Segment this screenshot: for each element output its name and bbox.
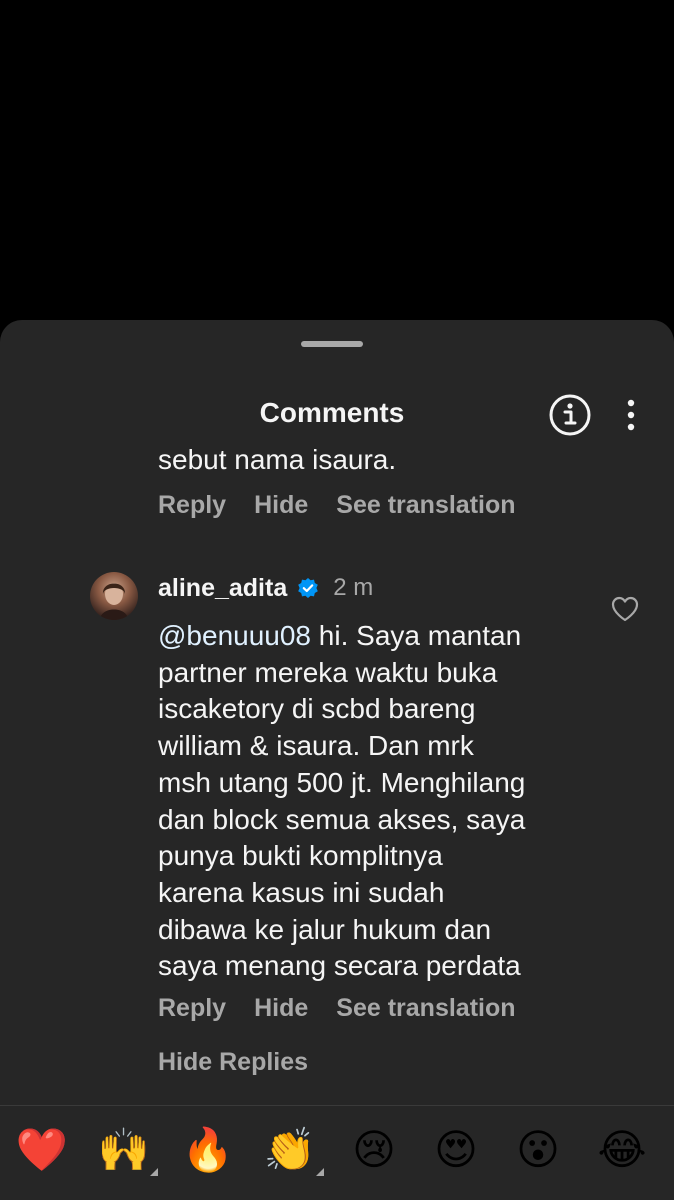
avatar[interactable] bbox=[90, 572, 138, 620]
surprised-face-emoji[interactable]: 😮 bbox=[510, 1122, 566, 1178]
reply-button[interactable]: Reply bbox=[158, 491, 226, 520]
heart-eyes-emoji[interactable]: 😍 bbox=[428, 1122, 484, 1178]
drag-handle[interactable] bbox=[301, 341, 363, 347]
reply-button[interactable]: Reply bbox=[158, 994, 226, 1023]
comment-list[interactable]: sebut nama isaura. Reply Hide See transl… bbox=[0, 448, 674, 1103]
comment-text: hi. Saya mantan partner mereka waktu buk… bbox=[158, 620, 526, 982]
hide-button[interactable]: Hide bbox=[254, 994, 308, 1023]
info-icon[interactable] bbox=[548, 393, 592, 437]
see-translation-button[interactable]: See translation bbox=[336, 994, 515, 1023]
mention-link[interactable]: @benuuu08 bbox=[158, 620, 311, 651]
previous-comment-text: sebut nama isaura. bbox=[158, 448, 397, 475]
comment-body: @benuuu08 hi. Saya mantan partner mereka… bbox=[158, 618, 598, 985]
emoji-quick-reactions: ❤️ 🙌 🔥 👏 😢 😍 😮 😂 bbox=[0, 1106, 674, 1200]
fire-emoji[interactable]: 🔥 bbox=[180, 1122, 236, 1178]
raising-hands-emoji[interactable]: 🙌 bbox=[96, 1122, 158, 1178]
emoji-glyph: 🙌 bbox=[97, 1125, 151, 1174]
comment-time: 2 m bbox=[333, 574, 374, 601]
comments-sheet: Comments sebut nama isaura. Reply Hide S… bbox=[0, 320, 674, 1200]
red-heart-emoji[interactable]: ❤️ bbox=[14, 1122, 70, 1178]
previous-comment-actions: Reply Hide See translation bbox=[158, 491, 516, 520]
emoji-glyph: 🔥 bbox=[181, 1125, 235, 1174]
comment-meta: aline_adita 2 m bbox=[158, 570, 373, 606]
like-heart-icon[interactable] bbox=[610, 594, 640, 624]
comments-header: Comments bbox=[0, 375, 674, 450]
tears-of-joy-emoji[interactable]: 😂 bbox=[594, 1122, 650, 1178]
skin-tone-indicator-icon bbox=[150, 1168, 158, 1176]
emoji-glyph: 😮 bbox=[516, 1125, 560, 1174]
comment-actions: Reply Hide See translation bbox=[158, 994, 516, 1023]
skin-tone-indicator-icon bbox=[316, 1168, 324, 1176]
emoji-glyph: 😂 bbox=[597, 1125, 647, 1174]
emoji-glyph: 😍 bbox=[434, 1125, 478, 1174]
verified-badge-icon bbox=[297, 577, 319, 599]
hide-replies-button[interactable]: Hide Replies bbox=[158, 1048, 308, 1077]
see-translation-button[interactable]: See translation bbox=[336, 491, 515, 520]
crying-face-emoji[interactable]: 😢 bbox=[346, 1122, 402, 1178]
more-options-icon[interactable] bbox=[616, 393, 646, 437]
clapping-hands-emoji[interactable]: 👏 bbox=[262, 1122, 324, 1178]
emoji-glyph: 👏 bbox=[263, 1125, 317, 1174]
emoji-glyph: 😢 bbox=[352, 1125, 396, 1174]
emoji-glyph: ❤️ bbox=[15, 1125, 69, 1174]
username[interactable]: aline_adita bbox=[158, 574, 287, 603]
hide-button[interactable]: Hide bbox=[254, 491, 308, 520]
